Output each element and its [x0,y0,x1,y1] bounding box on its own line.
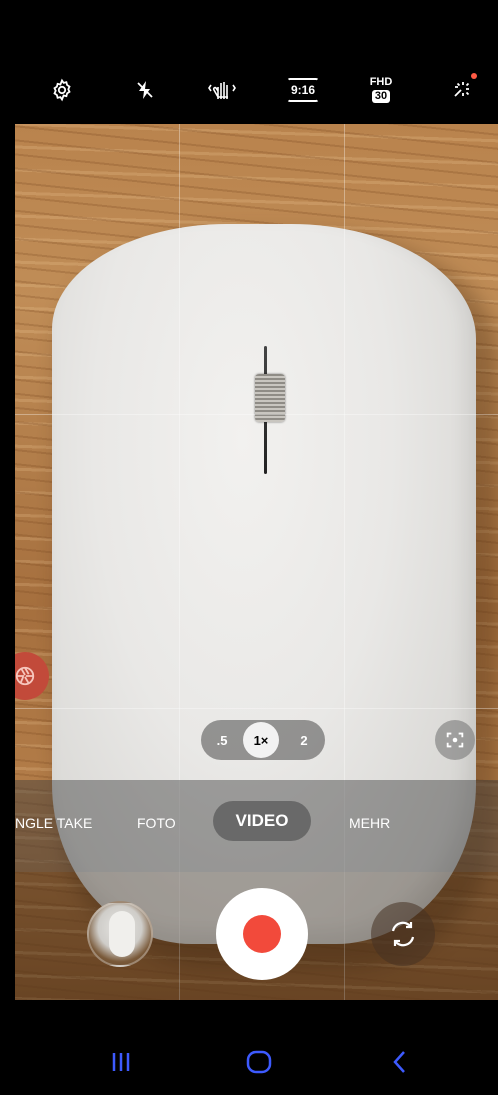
filter-effects-icon[interactable] [443,72,479,108]
zoom-selector: .5 1× 2 [201,720,325,760]
mode-single-take[interactable]: NGLE TAKE [15,815,92,831]
focus-frame-icon [446,732,464,748]
record-button[interactable] [216,888,308,980]
scene-optimizer-button[interactable] [435,720,475,760]
home-icon[interactable] [239,1042,279,1082]
flash-off-icon[interactable] [127,72,163,108]
gear-icon[interactable] [44,72,80,108]
zoom-option-2x[interactable]: 2 [289,720,319,760]
camera-flip-icon [391,921,415,947]
resolution-fps-button[interactable]: FHD 30 [363,72,399,108]
thumbnail-image [109,911,135,957]
aspect-ratio-icon[interactable]: 9:16 [283,72,323,108]
recent-apps-icon[interactable] [101,1042,141,1082]
notification-dot [471,73,477,79]
mode-more[interactable]: MEHR [349,815,390,831]
resolution-label: FHD [369,76,393,88]
grid-line [15,414,498,415]
mode-photo[interactable]: FOTO [137,815,176,831]
record-dot-icon [243,915,281,953]
mode-video[interactable]: VIDEO [213,801,311,841]
back-icon[interactable] [379,1042,419,1082]
zoom-option-05[interactable]: .5 [207,720,237,760]
camera-app: 9:16 FHD 30 .5 1× 2 NGLE TAKE FOTO VIDEO… [15,0,498,1095]
top-toolbar: 9:16 FHD 30 [15,0,498,124]
aperture-icon [15,666,35,686]
aspect-ratio-label: 9:16 [286,78,320,102]
zoom-option-1x[interactable]: 1× [243,722,279,758]
grid-line [15,708,498,709]
gallery-thumbnail[interactable] [87,901,153,967]
switch-camera-button[interactable] [371,902,435,966]
fps-label: 30 [371,90,391,103]
stabilizer-hand-icon[interactable] [204,72,240,108]
